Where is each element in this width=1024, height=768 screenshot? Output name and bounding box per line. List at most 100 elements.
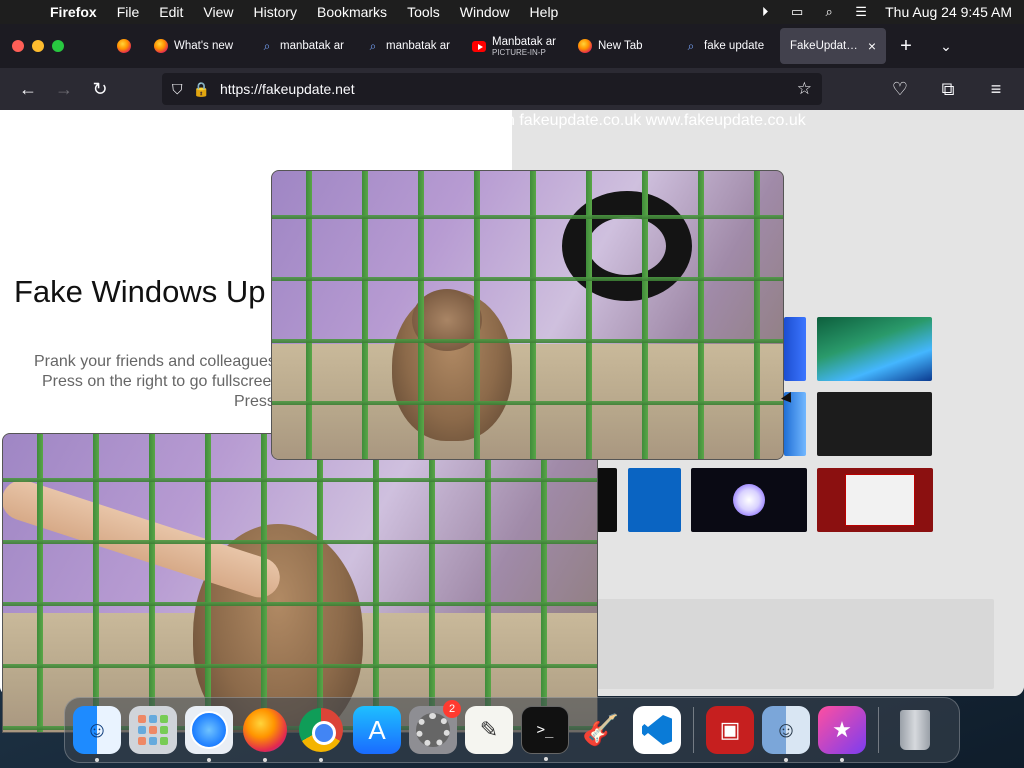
- menu-app-firefox[interactable]: Firefox: [50, 4, 97, 20]
- ransom-window-graphic: [845, 474, 915, 526]
- menu-tools[interactable]: Tools: [407, 4, 440, 20]
- dock-trash[interactable]: [891, 706, 939, 754]
- picture-in-picture-window-1[interactable]: [271, 170, 784, 460]
- bookmark-star-icon[interactable]: ☆: [797, 79, 812, 99]
- firefox-icon: [117, 39, 131, 53]
- dock-textedit[interactable]: ✎: [465, 706, 513, 754]
- dock-separator: [693, 707, 694, 753]
- guitar-icon: 🎸: [582, 713, 620, 747]
- tab-youtube-manbatak[interactable]: Manbatak ar PICTURE-IN-P: [462, 28, 568, 64]
- minimize-window-button[interactable]: [32, 40, 44, 52]
- fullscreen-window-button[interactable]: [52, 40, 64, 52]
- dock-terminal[interactable]: >_: [521, 706, 569, 761]
- trash-icon: [900, 710, 930, 750]
- update-thumbnail-windows-blue[interactable]: [784, 317, 806, 381]
- tab-search-manbatak-2[interactable]: ⌕ manbatak ar: [356, 28, 462, 64]
- close-tab-icon[interactable]: ×: [868, 38, 876, 54]
- description-line: Prank your friends and colleagues: [34, 353, 276, 370]
- update-thumbnail-steam[interactable]: [691, 468, 807, 532]
- dock-chrome[interactable]: [297, 706, 345, 762]
- firefox-icon: [154, 39, 168, 53]
- dock-separator: [878, 707, 879, 753]
- url-text[interactable]: https://fakeupdate.net: [220, 81, 787, 97]
- forward-arrow-icon[interactable]: →: [46, 73, 82, 105]
- dock-safari[interactable]: [185, 706, 233, 762]
- dock-app-store[interactable]: A: [353, 706, 401, 754]
- running-indicator: [840, 758, 844, 762]
- window-controls: [0, 40, 104, 52]
- menu-window[interactable]: Window: [460, 4, 510, 20]
- photo-booth-icon: ▣: [719, 717, 741, 742]
- update-thumbnail-ransomware[interactable]: [817, 468, 933, 532]
- running-indicator: [263, 758, 267, 762]
- menu-help[interactable]: Help: [530, 4, 559, 20]
- extensions-icon[interactable]: ⧉: [930, 73, 966, 105]
- menu-bookmarks[interactable]: Bookmarks: [317, 4, 387, 20]
- marquee-text: n fakeupdate.co.uk www.fakeupdate.co.uk: [506, 112, 806, 129]
- menu-view[interactable]: View: [203, 4, 233, 20]
- picture-in-picture-window-2[interactable]: [2, 433, 598, 733]
- description-line: Press on the right to go fullscree: [42, 373, 272, 390]
- dock-garageband[interactable]: 🎸: [577, 706, 625, 754]
- page-gray-panel: [597, 599, 994, 689]
- address-bar[interactable]: ⛉ 🔒 https://fakeupdate.net ☆: [162, 73, 822, 105]
- dock-finder[interactable]: ☺: [73, 706, 121, 762]
- tab-label: What's new: [174, 40, 234, 52]
- tab-new-tab[interactable]: New Tab: [568, 28, 674, 64]
- dock-system-settings[interactable]: 2: [409, 700, 461, 754]
- firefox-icon: [578, 39, 592, 53]
- menu-file[interactable]: File: [117, 4, 140, 20]
- gear-icon: [416, 713, 450, 747]
- youtube-icon: [472, 39, 486, 53]
- tracking-shield-icon[interactable]: ⛉: [172, 81, 183, 98]
- running-indicator: [319, 758, 323, 762]
- page-description: Prank your friends and colleagues Press …: [34, 352, 276, 412]
- chevron-down-icon[interactable]: ⌄: [926, 38, 966, 55]
- lock-icon[interactable]: 🔒: [193, 81, 210, 98]
- running-indicator: [544, 757, 548, 761]
- page-title: Fake Windows Up: [14, 274, 266, 309]
- tab-search-fake-update[interactable]: ⌕ fake update: [674, 28, 780, 64]
- dock-finder-alt[interactable]: ☺: [762, 706, 810, 762]
- menu-clock[interactable]: Thu Aug 24 9:45 AM: [885, 4, 1012, 20]
- description-line: Press: [234, 393, 275, 410]
- search-icon: ⌕: [687, 38, 695, 53]
- update-thumbnail-macos[interactable]: [817, 392, 932, 456]
- dock-photo-booth[interactable]: ▣: [706, 706, 754, 754]
- dock-firefox[interactable]: [241, 706, 289, 762]
- search-icon: ⌕: [263, 38, 271, 53]
- tab-strip: What's new ⌕ manbatak ar ⌕ manbatak ar M…: [0, 24, 1024, 68]
- close-window-button[interactable]: [12, 40, 24, 52]
- update-thumbnail-xp[interactable]: [817, 317, 932, 381]
- running-indicator: [784, 758, 788, 762]
- tab-label: manbatak ar: [386, 40, 450, 52]
- cage-bars-horizontal: [272, 171, 783, 459]
- tab-fakeupdate-active[interactable]: FakeUpdate.n ×: [780, 28, 886, 64]
- pocket-icon[interactable]: ♡: [882, 73, 918, 105]
- dock-launchpad[interactable]: [129, 706, 177, 754]
- tab-label: FakeUpdate.n: [790, 40, 862, 52]
- reload-icon[interactable]: ↻: [82, 73, 118, 105]
- tab-label: manbatak ar: [280, 40, 344, 52]
- back-arrow-icon[interactable]: ←: [10, 73, 46, 105]
- tab-label: New Tab: [598, 40, 643, 52]
- navigation-toolbar: ← → ↻ ⛉ 🔒 https://fakeupdate.net ☆ ♡ ⧉ ≡: [0, 68, 1024, 110]
- update-thumbnail-windows10[interactable]: [628, 468, 681, 532]
- tab-search-manbatak-1[interactable]: ⌕ manbatak ar: [250, 28, 356, 64]
- play-icon[interactable]: ⏵: [757, 4, 773, 19]
- tab-whats-new[interactable]: What's new: [144, 28, 250, 64]
- new-tab-button[interactable]: +: [886, 35, 926, 58]
- hamburger-menu-icon[interactable]: ≡: [978, 73, 1014, 105]
- control-center-icon[interactable]: ☰: [853, 4, 869, 19]
- update-thumbnail-black[interactable]: [597, 468, 617, 532]
- menu-history[interactable]: History: [253, 4, 297, 20]
- app-store-icon: A: [368, 714, 386, 745]
- tab-label: fake update: [704, 40, 765, 52]
- dock-game[interactable]: ★: [818, 706, 866, 762]
- pinned-tab[interactable]: [104, 28, 144, 64]
- screen-mirror-icon[interactable]: ▭: [789, 4, 805, 19]
- spotlight-search-icon[interactable]: ⌕: [821, 4, 837, 19]
- dock-vscode[interactable]: [633, 706, 681, 754]
- menu-edit[interactable]: Edit: [159, 4, 183, 20]
- finder-icon: ☺: [85, 717, 109, 742]
